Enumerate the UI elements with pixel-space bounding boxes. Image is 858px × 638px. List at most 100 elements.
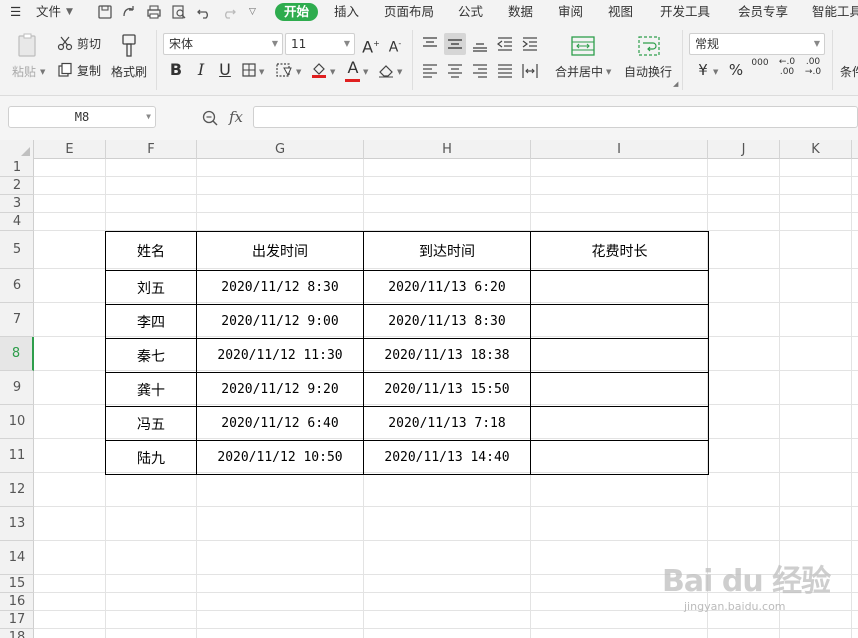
row-header[interactable]: 9 <box>0 371 34 405</box>
row-header[interactable]: 4 <box>0 213 34 231</box>
cell-style-dropdown-icon[interactable]: ▼ <box>296 68 301 76</box>
tab-developer[interactable]: 开发工具 <box>660 3 710 21</box>
cell-departure[interactable]: 2020/11/12 8:30 <box>196 270 364 305</box>
header-cell-name[interactable]: 姓名 <box>105 231 197 271</box>
cell-departure[interactable]: 2020/11/12 9:20 <box>196 372 364 407</box>
distributed-align-icon[interactable] <box>520 61 540 81</box>
cut-button[interactable]: 剪切 <box>77 37 101 51</box>
row-header[interactable]: 15 <box>0 575 34 593</box>
cell-departure[interactable]: 2020/11/12 11:30 <box>196 338 364 373</box>
align-top-icon[interactable] <box>420 34 440 54</box>
cell-arrival[interactable]: 2020/11/13 14:40 <box>363 440 531 475</box>
cell-name[interactable]: 冯五 <box>105 406 197 441</box>
print-icon[interactable] <box>145 3 163 21</box>
redo-icon[interactable] <box>220 3 238 21</box>
cell-name[interactable]: 龚十 <box>105 372 197 407</box>
cell-duration[interactable] <box>530 440 709 475</box>
border-icon[interactable] <box>241 62 257 78</box>
conditional-format-button[interactable]: 条件 <box>840 65 858 79</box>
cell-arrival[interactable]: 2020/11/13 18:38 <box>363 338 531 373</box>
tab-data[interactable]: 数据 <box>508 3 533 21</box>
cell-departure[interactable]: 2020/11/12 10:50 <box>196 440 364 475</box>
column-header-h[interactable]: H <box>364 140 531 159</box>
print-preview-icon[interactable] <box>170 3 188 21</box>
cell-name[interactable]: 李四 <box>105 304 197 339</box>
font-name-select[interactable]: 宋体 ▼ <box>163 33 283 55</box>
output-icon[interactable] <box>120 3 138 21</box>
cell-arrival[interactable]: 2020/11/13 8:30 <box>363 304 531 339</box>
increase-font-icon[interactable]: A+ <box>360 34 382 56</box>
row-header[interactable]: 2 <box>0 177 34 195</box>
tab-insert[interactable]: 插入 <box>334 3 359 21</box>
column-header-e[interactable]: E <box>34 140 106 159</box>
hamburger-menu-icon[interactable]: ☰ <box>10 3 21 21</box>
cell-departure[interactable]: 2020/11/12 9:00 <box>196 304 364 339</box>
font-color-dropdown-icon[interactable]: ▼ <box>363 68 368 76</box>
number-format-select[interactable]: 常规 ▼ <box>689 33 825 55</box>
merge-center-icon[interactable] <box>570 35 596 57</box>
column-header-j[interactable]: J <box>708 140 780 159</box>
undo-icon[interactable] <box>195 3 213 21</box>
tab-review[interactable]: 审阅 <box>558 3 583 21</box>
fill-color-dropdown-icon[interactable]: ▼ <box>330 68 335 76</box>
copy-button[interactable]: 复制 <box>77 64 101 78</box>
header-cell-arrival[interactable]: 到达时间 <box>363 231 531 271</box>
tab-view[interactable]: 视图 <box>608 3 633 21</box>
decrease-indent-icon[interactable] <box>495 34 515 54</box>
italic-button[interactable]: I <box>190 60 212 82</box>
copy-icon[interactable] <box>57 62 73 78</box>
tab-page-layout[interactable]: 页面布局 <box>384 3 434 21</box>
wrap-text-button[interactable]: 自动换行 <box>624 65 672 79</box>
decrease-font-icon[interactable]: A- <box>384 34 406 56</box>
save-icon[interactable] <box>96 3 114 21</box>
paste-icon[interactable] <box>16 32 40 60</box>
increase-decimal-button[interactable]: ←.0 .00 <box>776 57 798 79</box>
name-box[interactable]: M8 ▼ <box>8 106 156 128</box>
merge-dropdown-icon[interactable]: ▼ <box>606 68 611 76</box>
header-cell-duration[interactable]: 花费时长 <box>530 231 709 271</box>
cell-duration[interactable] <box>530 304 709 339</box>
eraser-icon[interactable] <box>377 62 395 78</box>
format-painter-button[interactable]: 格式刷 <box>111 65 147 79</box>
currency-button[interactable]: ¥ <box>692 60 714 82</box>
cell-name[interactable]: 秦七 <box>105 338 197 373</box>
row-header[interactable]: 11 <box>0 439 34 473</box>
underline-button[interactable]: U <box>214 60 236 82</box>
insert-function-button[interactable]: fx <box>229 108 243 126</box>
cell-arrival[interactable]: 2020/11/13 7:18 <box>363 406 531 441</box>
row-header-active[interactable]: 8 <box>0 337 34 371</box>
increase-indent-icon[interactable] <box>520 34 540 54</box>
format-painter-icon[interactable] <box>118 33 140 59</box>
select-all-corner[interactable] <box>0 140 34 159</box>
thousands-separator-button[interactable]: 000 <box>749 58 771 80</box>
clear-dropdown-icon[interactable]: ▼ <box>397 68 402 76</box>
chevron-down-icon[interactable]: ▼ <box>66 3 73 21</box>
decrease-decimal-button[interactable]: .00 →.0 <box>802 57 824 79</box>
cell-departure[interactable]: 2020/11/12 6:40 <box>196 406 364 441</box>
cell-style-icon[interactable] <box>275 62 293 78</box>
cell-name[interactable]: 刘五 <box>105 270 197 305</box>
cell-duration[interactable] <box>530 338 709 373</box>
file-menu[interactable]: 文件 <box>36 3 61 21</box>
tab-formulas[interactable]: 公式 <box>458 3 483 21</box>
row-header[interactable]: 5 <box>0 231 34 269</box>
column-header-f[interactable]: F <box>106 140 197 159</box>
row-header[interactable]: 14 <box>0 541 34 575</box>
row-header[interactable]: 10 <box>0 405 34 439</box>
column-header-k[interactable]: K <box>780 140 852 159</box>
zoom-search-icon[interactable] <box>201 109 219 127</box>
align-right-icon[interactable] <box>470 61 490 81</box>
cell-duration[interactable] <box>530 372 709 407</box>
row-header[interactable]: 6 <box>0 269 34 303</box>
column-header-g[interactable]: G <box>197 140 364 159</box>
scissors-icon[interactable] <box>57 35 73 51</box>
row-header[interactable]: 12 <box>0 473 34 507</box>
column-header-i[interactable]: I <box>531 140 708 159</box>
row-header[interactable]: 1 <box>0 159 34 177</box>
alignment-dialog-launcher-icon[interactable]: ◢ <box>673 80 678 88</box>
font-color-button[interactable]: A <box>342 58 364 80</box>
cell-duration[interactable] <box>530 406 709 441</box>
percent-button[interactable]: % <box>725 60 747 82</box>
paste-label[interactable]: 粘贴 <box>12 65 36 79</box>
cell-arrival[interactable]: 2020/11/13 6:20 <box>363 270 531 305</box>
